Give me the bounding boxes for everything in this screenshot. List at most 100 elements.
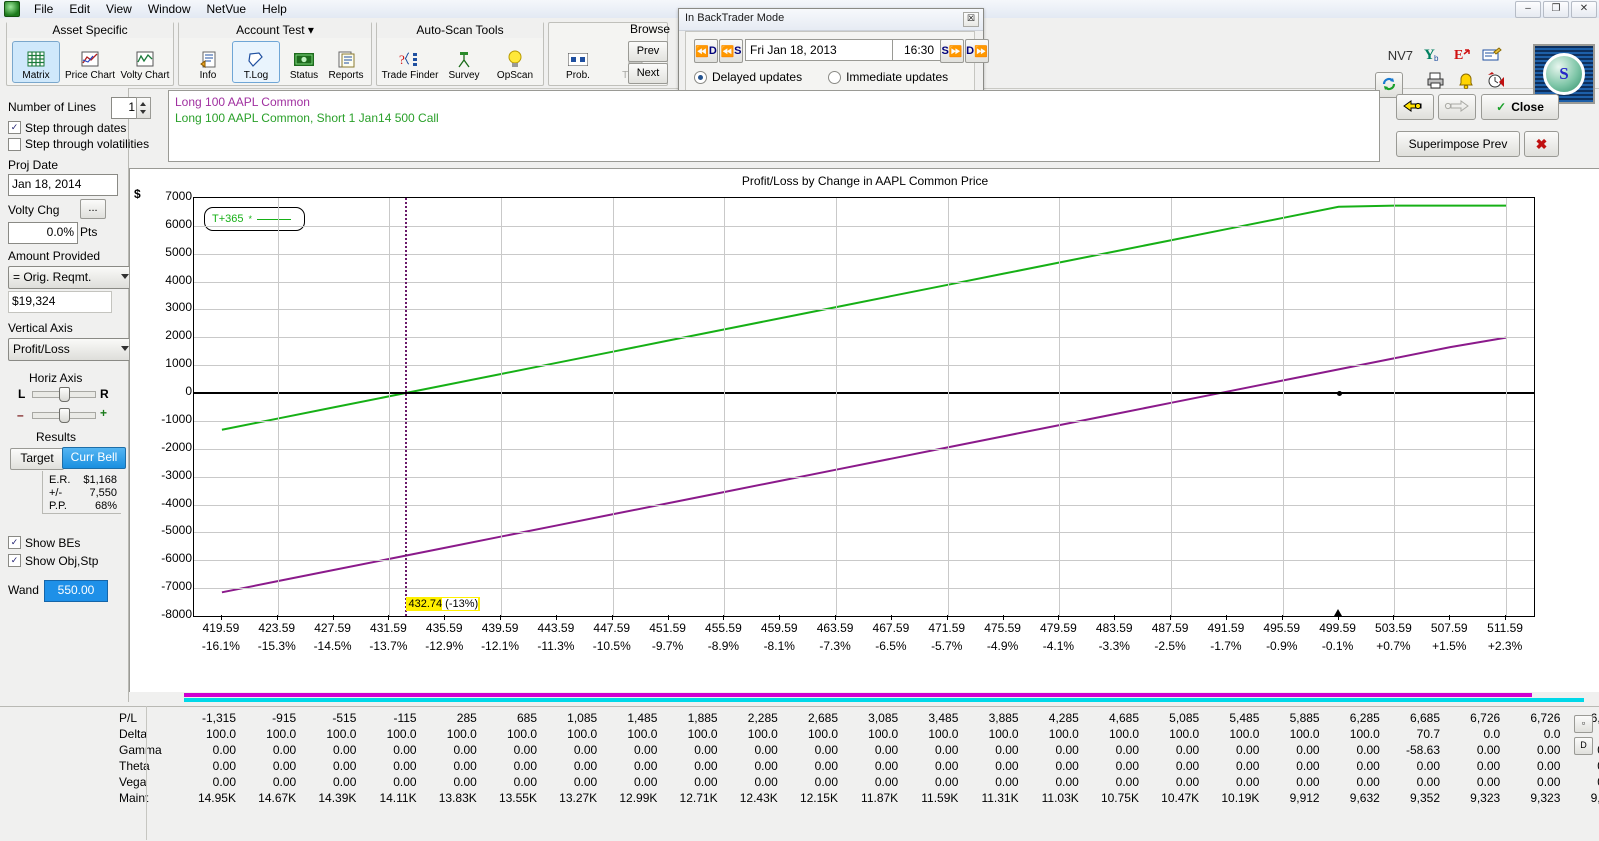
- table-row-label: Maint: [119, 791, 149, 805]
- nav-fwd-step-button[interactable]: S ⏩: [940, 39, 964, 63]
- x-axis-tick-label: 475.59: [984, 621, 1021, 635]
- proj-date-input[interactable]: Jan 18, 2014: [8, 174, 118, 196]
- export-icon[interactable]: E: [1451, 44, 1473, 64]
- gridline-horizontal: [194, 337, 1534, 339]
- toolbar-button-survey[interactable]: Survey: [440, 41, 488, 83]
- table-row-label: Gamma: [119, 743, 162, 757]
- toolbar-button-tlog[interactable]: T.Log: [232, 41, 280, 83]
- close-window-button[interactable]: ✕: [1571, 1, 1597, 18]
- menu-item-help[interactable]: Help: [254, 0, 295, 18]
- superimpose-prev-button[interactable]: Superimpose Prev: [1396, 131, 1520, 157]
- toolbar-button-prob[interactable]: Prob.: [554, 41, 602, 83]
- x-axis-pct-label: +2.3%: [1487, 639, 1523, 653]
- backtrader-time-field[interactable]: 16:30: [892, 39, 946, 61]
- menu-item-edit[interactable]: Edit: [61, 0, 98, 18]
- nav-fwd-day-button[interactable]: D ⏩: [965, 39, 989, 63]
- y-axis-tick-label: 0: [185, 384, 192, 399]
- nav-fwd-day-label: D: [966, 45, 975, 57]
- menu-item-file[interactable]: File: [26, 0, 61, 18]
- maximize-button[interactable]: ❐: [1543, 1, 1569, 18]
- chart-plot-area[interactable]: T+365 *: [193, 197, 1535, 617]
- results-tab-curr-bell[interactable]: Curr Bell: [62, 447, 126, 469]
- table-cell: 100.0: [807, 727, 838, 741]
- menu-item-netvue[interactable]: NetVue: [199, 0, 255, 18]
- table-cell: 2,685: [807, 711, 838, 725]
- cursor-vertical-line[interactable]: [405, 198, 408, 616]
- objective-marker-icon: [1333, 609, 1342, 616]
- table-cell: 0.00: [453, 759, 477, 773]
- y-axis-tick-label: 4000: [165, 272, 192, 287]
- volty-chg-options-button[interactable]: ...: [80, 199, 106, 219]
- number-of-lines-stepper[interactable]: [136, 97, 151, 119]
- zoom-out-label[interactable]: –: [17, 408, 24, 422]
- toolbar-label-price-chart: Price Chart: [64, 70, 115, 81]
- menu-item-window[interactable]: Window: [140, 0, 199, 18]
- alarm-clock-icon[interactable]: [1485, 70, 1507, 90]
- wand-value-input[interactable]: 550.00: [44, 580, 108, 602]
- toolbar-button-matrix[interactable]: Matrix: [12, 41, 60, 83]
- x-axis-pct-label: +1.5%: [1432, 639, 1467, 653]
- delete-button[interactable]: ✖: [1524, 131, 1559, 157]
- x-axis-tick-label: 491.59: [1207, 621, 1245, 635]
- horiz-axis-pan-slider[interactable]: [32, 387, 96, 402]
- slider-thumb[interactable]: [59, 408, 70, 423]
- toolbar-button-trade-finder[interactable]: ? Trade Finder: [380, 41, 440, 83]
- table-detail-button[interactable]: D: [1574, 737, 1593, 755]
- toolbar-button-opscan[interactable]: OpScan: [488, 41, 542, 83]
- number-of-lines-input[interactable]: 1: [111, 97, 139, 119]
- browse-next-button[interactable]: Next: [628, 63, 668, 84]
- x-axis-tick: [1002, 615, 1004, 620]
- browse-prev-button[interactable]: Prev: [628, 41, 668, 62]
- table-cell: 0.00: [634, 743, 658, 757]
- edit-note-icon[interactable]: [1481, 44, 1503, 64]
- radio-immediate-updates[interactable]: Immediate updates: [828, 70, 948, 84]
- table-cell: 100.0: [266, 727, 297, 741]
- radio-delayed-updates[interactable]: Delayed updates: [694, 70, 802, 84]
- table-cell: -1,315: [201, 711, 236, 725]
- vertical-axis-select-value: Profit/Loss: [13, 342, 70, 356]
- table-cell: 0.00: [333, 775, 357, 789]
- zoom-in-label[interactable]: +: [100, 406, 107, 420]
- show-objstp-checkbox[interactable]: ✓ Show Obj,Stp: [8, 552, 98, 568]
- table-options-button[interactable]: ▫: [1574, 715, 1593, 733]
- group-label-browse: Browse: [629, 22, 670, 36]
- table-cell: 100.0: [386, 727, 417, 741]
- toolbar-button-info[interactable]: Info: [184, 41, 232, 83]
- step-through-dates-checkbox[interactable]: ✓ Step through dates: [8, 119, 126, 135]
- minimize-button[interactable]: –: [1515, 1, 1541, 18]
- dialog-close-button[interactable]: ☒: [963, 12, 979, 27]
- vertical-axis-select[interactable]: Profit/Loss: [8, 338, 134, 361]
- volty-chg-input[interactable]: 0.0%: [8, 222, 78, 244]
- print-icon[interactable]: [1425, 70, 1447, 90]
- amount-provided-select[interactable]: = Orig. Reqmt.: [8, 266, 134, 289]
- profit-loss-chart: Profit/Loss by Change in AAPL Common Pri…: [129, 168, 1599, 703]
- show-bes-checkbox[interactable]: ✓ Show BEs: [8, 534, 80, 550]
- results-key-plusminus: +/-: [49, 487, 63, 499]
- yahoo-finance-icon[interactable]: Y b: [1421, 44, 1443, 64]
- volty-units-label: Pts: [80, 225, 98, 239]
- chevron-down-icon[interactable]: ▾: [308, 23, 314, 37]
- slider-thumb[interactable]: [59, 387, 70, 402]
- backtrader-date-field[interactable]: Fri Jan 18, 2013: [745, 39, 899, 61]
- x-axis-tick: [779, 615, 781, 620]
- menu-item-view[interactable]: View: [98, 0, 140, 18]
- toolbar-button-volty-chart[interactable]: Volty Chart: [118, 41, 172, 83]
- table-cell: 0.00: [874, 743, 899, 757]
- table-row: Vega 0.00 0.00 0.00 0.00 0.00 0.00 0.00 0.00 0.00…: [0, 775, 1599, 791]
- close-button[interactable]: ✓ Close: [1481, 94, 1559, 120]
- x-axis-tick: [835, 615, 837, 620]
- table-cell: 100.0: [627, 727, 658, 741]
- table-cell: 0.00: [874, 759, 899, 773]
- nav-back-day-button[interactable]: ⏪ D: [694, 39, 718, 63]
- close-button-label: Close: [1511, 100, 1544, 114]
- nav-back-step-button[interactable]: ⏪ S: [719, 39, 743, 63]
- alert-bell-icon[interactable]: [1455, 70, 1477, 90]
- toolbar-button-price-chart[interactable]: Price Chart: [62, 41, 118, 83]
- toolbar-button-reports[interactable]: Reports: [320, 41, 372, 83]
- step-through-volatilities-checkbox[interactable]: Step through volatilities: [8, 137, 149, 154]
- table-cell: 9,632: [1349, 791, 1380, 805]
- table-cell: 0.00: [393, 759, 417, 773]
- results-tab-target[interactable]: Target: [10, 448, 64, 470]
- horiz-axis-zoom-slider[interactable]: [32, 408, 96, 423]
- nav-back-button[interactable]: [1396, 94, 1434, 120]
